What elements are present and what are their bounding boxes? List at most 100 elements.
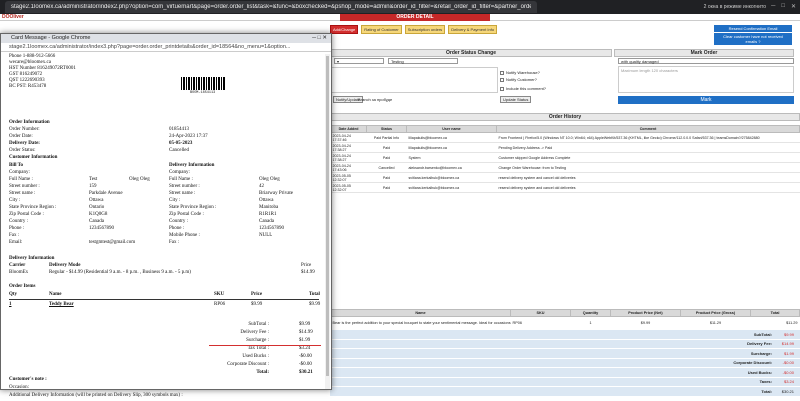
app-header: DOOliver ORDER DETAIL bbox=[0, 14, 800, 21]
company-line: wecare@bloomex.ca bbox=[9, 60, 51, 65]
rating-button[interactable]: Rating of Customer bbox=[361, 25, 402, 34]
delivery-mode: Regular - $14.99 (Residential 9 a.m. - 8… bbox=[49, 270, 191, 275]
col-net: Product Price (Net) bbox=[610, 309, 681, 317]
history-status: Cancelled bbox=[366, 162, 407, 173]
close-icon[interactable]: ✕ bbox=[791, 3, 796, 10]
resend-confirmation-button[interactable]: Resend Confirmation Email bbox=[714, 25, 792, 32]
delivery-info-heading: Delivery Information bbox=[169, 163, 215, 168]
col-total: Total bbox=[750, 309, 800, 317]
col-date[interactable]: Date Added bbox=[330, 125, 367, 133]
comment-hint: Branch за пробуде bbox=[358, 97, 393, 102]
product-gross: $11.29 bbox=[709, 320, 722, 325]
items-col: SKU bbox=[214, 292, 225, 297]
delivery-carrier: BloomEx bbox=[9, 270, 29, 275]
history-date: 2023-04-24 17:38:27 bbox=[330, 152, 367, 163]
delivery-col-price: Price bbox=[301, 263, 312, 268]
barcode bbox=[181, 77, 226, 90]
order-history-table: Date Added Status User name Comment 2023… bbox=[330, 125, 800, 193]
bill-to-heading: Bill To bbox=[9, 163, 24, 168]
bill-label: Zip Postal Code : bbox=[9, 212, 44, 217]
product-qty: 1 bbox=[589, 320, 592, 325]
mark-order-select[interactable]: with quality damaged bbox=[618, 58, 794, 64]
ship-label: Street number : bbox=[169, 184, 200, 189]
customer-info-heading: Customer Information bbox=[9, 155, 58, 160]
bill-value: Ontario bbox=[89, 205, 105, 210]
ship-value: Ottawa bbox=[259, 198, 274, 203]
ship-value: NULL bbox=[259, 233, 273, 238]
history-date: 2023-05-05 12:32:07 bbox=[330, 182, 367, 193]
totals-value: -$0.00 bbox=[782, 369, 794, 375]
totals-value: -$0.00 bbox=[782, 360, 794, 366]
items-heading: Order Items bbox=[9, 284, 36, 289]
history-user: svitlana.kerkalhuk@bloomex.ca bbox=[406, 182, 497, 193]
tab-url: stage2.1loomex.ca/administrator/index2.p… bbox=[11, 4, 531, 10]
mark-order-header: Mark Order bbox=[614, 49, 794, 57]
ship-label: Company: bbox=[169, 170, 190, 175]
print-total-label: Delivery Fee : bbox=[240, 330, 269, 335]
add-change-button[interactable]: Add/Change bbox=[330, 25, 359, 34]
print-total-label: Tax Total : bbox=[247, 346, 269, 351]
history-row: 2023-04-24 17:38:27 Paid System Customer sk… bbox=[330, 152, 800, 163]
bill-label: Email: bbox=[9, 240, 23, 245]
totals-label: Used Bucks: bbox=[747, 369, 772, 375]
ship-value: Briarway Private bbox=[259, 191, 294, 196]
print-total-value: -$0.00 bbox=[299, 362, 312, 367]
ship-value: Canada bbox=[259, 219, 274, 224]
notify-customer-checkbox[interactable]: Notify Customer? bbox=[500, 77, 537, 82]
company-line: QST 1222690393 bbox=[9, 78, 45, 83]
totals-value: $1.99 bbox=[783, 350, 794, 356]
items-col: Qty bbox=[9, 292, 18, 297]
subscription-button[interactable]: Subscription orders bbox=[404, 25, 446, 34]
update-status-button[interactable]: Update Status bbox=[500, 96, 532, 103]
ship-label: Full Name : bbox=[169, 177, 193, 182]
history-date: 2023-04-24 17:37:46 bbox=[330, 132, 367, 143]
minimize-icon[interactable]: ─ bbox=[771, 3, 775, 10]
include-comment-checkbox[interactable]: Include this comment? bbox=[500, 86, 546, 91]
status-select-left[interactable]: ▾ bbox=[334, 58, 384, 64]
product-net: $9.99 bbox=[640, 320, 651, 325]
history-user: svitlana.kerkalhuk@bloomex.ca bbox=[406, 172, 497, 183]
print-total-label: Total: bbox=[256, 370, 269, 375]
popup-scrollbar[interactable] bbox=[325, 54, 330, 389]
totals-row: Surcharge: $1.99 bbox=[330, 349, 800, 359]
history-status: Paid bbox=[366, 172, 407, 183]
order-info-label: Order Status: bbox=[9, 148, 36, 153]
notify-warehouse-checkbox[interactable]: Notify Warehouse? bbox=[500, 70, 540, 75]
totals-value: $9.99 bbox=[783, 331, 794, 337]
browser-tab[interactable]: stage2.1loomex.ca/administrator/index2.p… bbox=[5, 1, 537, 13]
popup-close-icon[interactable]: ─ □ ✕ bbox=[312, 34, 331, 43]
bill-value: testgmtest@gmail.com bbox=[89, 240, 136, 245]
mark-order-textarea[interactable]: Maximum length 120 characters bbox=[618, 66, 794, 93]
ship-label: Phone : bbox=[169, 226, 185, 231]
additional-info: Additional Delivery Information (will be… bbox=[9, 393, 183, 398]
delivery-heading: Delivery Information bbox=[9, 256, 55, 261]
bill-value: Ottawa bbox=[89, 198, 104, 203]
ship-label: Fax : bbox=[169, 240, 180, 245]
totals-value: $14.99 bbox=[781, 341, 794, 347]
status-comment-textarea[interactable] bbox=[330, 67, 498, 93]
print-total-value: $1.99 bbox=[299, 338, 311, 343]
delivery-payment-button[interactable]: Delivery & Payment Info bbox=[448, 25, 498, 34]
totals-label: Corporate Discount: bbox=[733, 360, 772, 366]
order-history-header: Order History bbox=[330, 113, 800, 121]
history-user: System bbox=[406, 152, 497, 163]
bill-value: 159 bbox=[89, 184, 97, 189]
bill-last: Oleg Oleg bbox=[129, 177, 150, 182]
totals-label: SubTotal: bbox=[753, 331, 772, 337]
order-info-value: 24-Apr-2023 17:37 bbox=[169, 134, 208, 139]
clear-emails-button[interactable]: Clear customer have not received emails … bbox=[714, 33, 792, 45]
history-date: 2023-04-24 17:38:27 bbox=[330, 142, 367, 153]
maximize-icon[interactable]: □ bbox=[781, 3, 785, 10]
popup-titlebar: Card Message - Google Chrome ─ □ ✕ bbox=[1, 34, 331, 43]
print-total-label: Corporate Discount : bbox=[227, 362, 269, 367]
items-col: Total bbox=[309, 292, 320, 297]
notes-occasion: Occasion: bbox=[9, 385, 29, 390]
status-select[interactable]: Testing bbox=[388, 58, 458, 64]
col-status: Status bbox=[366, 125, 407, 133]
popup-title: Card Message - Google Chrome bbox=[11, 35, 91, 41]
bill-value: K1Q0G8 bbox=[89, 212, 108, 217]
totals-value: $3.24 bbox=[783, 379, 794, 385]
app-logo: DOOliver bbox=[2, 14, 24, 20]
mark-button[interactable]: Mark bbox=[618, 96, 794, 104]
items-cell: $9.99 bbox=[251, 302, 263, 307]
